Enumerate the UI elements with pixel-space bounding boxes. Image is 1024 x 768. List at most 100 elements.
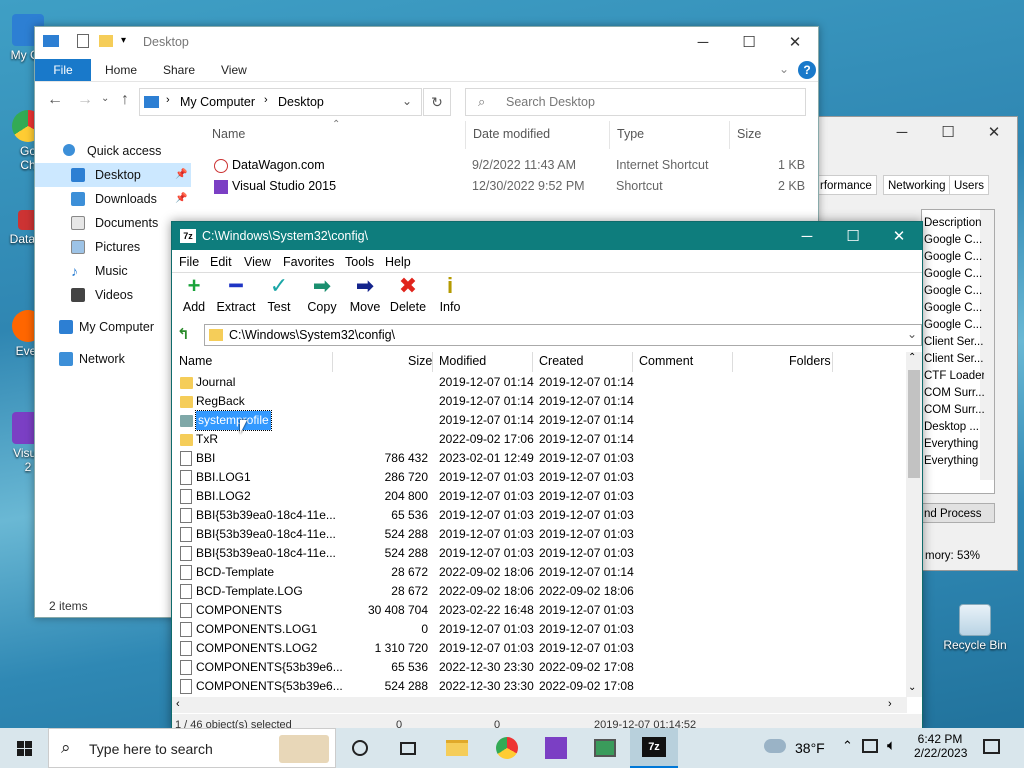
tab-view[interactable]: View (211, 59, 257, 81)
breadcrumb-desktop[interactable]: Desktop (278, 95, 324, 109)
process-row[interactable]: COM Surr... (924, 385, 984, 402)
info-button[interactable]: i Info (428, 273, 472, 314)
close-button[interactable]: ✕ (876, 222, 922, 250)
taskbar-explorer[interactable] (433, 728, 481, 768)
test-button[interactable]: ✓ Test (257, 273, 301, 314)
column-comment[interactable]: Comment (639, 352, 693, 370)
task-view-button-2[interactable] (384, 728, 432, 768)
path-combobox[interactable]: C:\Windows\System32\config\ ⌄ (204, 324, 922, 346)
tab-performance[interactable]: rformance (815, 175, 877, 195)
file-row[interactable]: BBI.LOG2 204 800 2019-12-07 01:03 2019-12-0… (172, 487, 907, 506)
file-row[interactable]: BBI{53b39ea0-18c4-11e... 65 536 2019-12-07… (172, 506, 907, 525)
file-row[interactable]: BCD-Template.LOG 28 672 2022-09-02 18:06 20… (172, 582, 907, 601)
taskbar-7zip[interactable]: 7z (630, 728, 678, 768)
minimize-button[interactable]: ─ (784, 222, 830, 250)
scroll-thumb[interactable] (908, 370, 920, 478)
minimize-button[interactable]: ─ (680, 27, 726, 57)
nav-documents[interactable]: Documents (35, 211, 191, 235)
file-row[interactable]: COMPONENTS.LOG1 0 2019-12-07 01:03 2019-12-… (172, 620, 907, 639)
speaker-icon[interactable]: 🔈︎ (887, 737, 896, 754)
process-row[interactable]: Google C... (924, 232, 984, 249)
menu-file[interactable]: File (179, 252, 199, 272)
maximize-button[interactable]: ☐ (925, 117, 971, 147)
nav-pictures[interactable]: Pictures (35, 235, 191, 259)
process-row[interactable]: Client Ser... (924, 351, 984, 368)
horizontal-scrollbar[interactable]: ‹ › (172, 697, 907, 713)
process-row[interactable]: Desktop ... (924, 419, 984, 436)
column-name[interactable]: Name (212, 127, 245, 141)
process-row[interactable]: Everything (924, 453, 984, 470)
refresh-button[interactable]: ↻ (423, 88, 451, 116)
taskbar-task-manager[interactable] (581, 728, 629, 768)
clock[interactable]: 6:42 PM 2/22/2023 (914, 732, 967, 760)
nav-my-computer[interactable]: My Computer (35, 315, 191, 339)
file-row[interactable]: TxR 2022-09-02 17:06 2019-12-07 01:14 (172, 430, 907, 449)
taskbar-search-box[interactable]: ⌕ Type here to search (48, 728, 336, 768)
network-icon[interactable] (862, 739, 878, 753)
new-folder-icon[interactable] (99, 35, 113, 47)
copy-button[interactable]: ➡ Copy (300, 273, 344, 314)
tab-file[interactable]: File (35, 59, 91, 81)
menu-tools[interactable]: Tools (345, 252, 374, 272)
file-row[interactable]: Visual Studio 2015 12/30/2022 9:52 PM Sh… (210, 176, 810, 197)
ribbon-expand-icon[interactable]: ⌄ (779, 62, 789, 76)
vertical-scrollbar[interactable]: ⌃ ⌄ (906, 352, 922, 697)
process-row[interactable]: Everything (924, 436, 984, 453)
file-row[interactable]: BBI 786 432 2023-02-01 12:49 2019-12-07 01:… (172, 449, 907, 468)
pin-icon[interactable]: 📌 (175, 187, 187, 211)
weather-temp[interactable]: 38°F (795, 740, 825, 756)
task-view-button[interactable] (336, 728, 384, 768)
file-row[interactable]: BBI{53b39ea0-18c4-11e... 524 288 2019-12-0… (172, 544, 907, 563)
taskbar-visual-studio[interactable] (532, 728, 580, 768)
nav-downloads[interactable]: Downloads 📌 (35, 187, 191, 211)
menu-favorites[interactable]: Favorites (283, 252, 334, 272)
column-size[interactable]: Size (737, 127, 761, 141)
file-row[interactable]: DataWagon.com 9/2/2022 11:43 AM Internet… (210, 155, 810, 176)
chevron-up-icon[interactable]: ⌃ (842, 738, 853, 754)
column-size[interactable]: Size (408, 352, 432, 370)
column-date-modified[interactable]: Date modified (473, 127, 550, 141)
back-arrow-icon[interactable]: ← (47, 91, 63, 109)
file-row[interactable]: BBI.LOG1 286 720 2019-12-07 01:03 2019-12-0… (172, 468, 907, 487)
recent-chevron-icon[interactable]: ⌄ (101, 93, 109, 104)
delete-button[interactable]: ✖ Delete (386, 273, 430, 314)
properties-icon[interactable] (77, 34, 89, 48)
process-row[interactable]: Google C... (924, 266, 984, 283)
nav-quick-access[interactable]: Quick access (35, 139, 191, 163)
process-row[interactable]: Client Ser... (924, 334, 984, 351)
file-row[interactable]: Journal 2019-12-07 01:14 2019-12-07 01:14 (172, 373, 907, 392)
search-input[interactable]: ⌕ Search Desktop (465, 88, 806, 116)
tab-networking[interactable]: Networking (883, 175, 951, 195)
scroll-right-icon[interactable]: › (888, 698, 892, 710)
menu-help[interactable]: Help (385, 252, 411, 272)
address-bar[interactable]: › My Computer › Desktop ⌄ (139, 88, 422, 116)
taskbar-chrome[interactable] (483, 728, 531, 768)
file-row[interactable]: COMPONENTS{53b39e6... 524 288 2022-12-30 2… (172, 677, 907, 696)
close-button[interactable]: ✕ (971, 117, 1017, 147)
column-folders[interactable]: Folders (789, 352, 831, 370)
scroll-up-icon[interactable]: ⌃ (908, 352, 916, 363)
menu-view[interactable]: View (244, 252, 271, 272)
extract-button[interactable]: ━ Extract (214, 273, 258, 314)
process-row[interactable]: Google C... (924, 317, 984, 334)
process-row[interactable]: COM Surr... (924, 402, 984, 419)
file-row[interactable]: BBI{53b39ea0-18c4-11e... 524 288 2019-12-0… (172, 525, 907, 544)
up-arrow-icon[interactable]: ↑ (121, 91, 129, 109)
end-process-button[interactable]: nd Process (917, 503, 995, 523)
maximize-button[interactable]: ☐ (830, 222, 876, 250)
tab-users[interactable]: Users (949, 175, 990, 195)
nav-network[interactable]: Network (35, 347, 191, 371)
add-button[interactable]: + Add (172, 273, 216, 314)
start-button[interactable] (0, 728, 48, 768)
nav-music[interactable]: ♪ Music (35, 259, 191, 283)
process-row[interactable]: Google C... (924, 249, 984, 266)
nav-videos[interactable]: Videos (35, 283, 191, 307)
column-name[interactable]: Name (179, 352, 212, 370)
forward-arrow-icon[interactable]: → (77, 91, 93, 109)
column-type[interactable]: Type (617, 127, 644, 141)
chevron-down-icon[interactable]: ⌄ (402, 94, 412, 108)
file-row[interactable]: COMPONENTS{53b39e6... 65 536 2022-12-30 23… (172, 658, 907, 677)
minimize-button[interactable]: ─ (879, 117, 925, 147)
pin-icon[interactable]: 📌 (175, 163, 187, 187)
move-button[interactable]: ➡ Move (343, 273, 387, 314)
